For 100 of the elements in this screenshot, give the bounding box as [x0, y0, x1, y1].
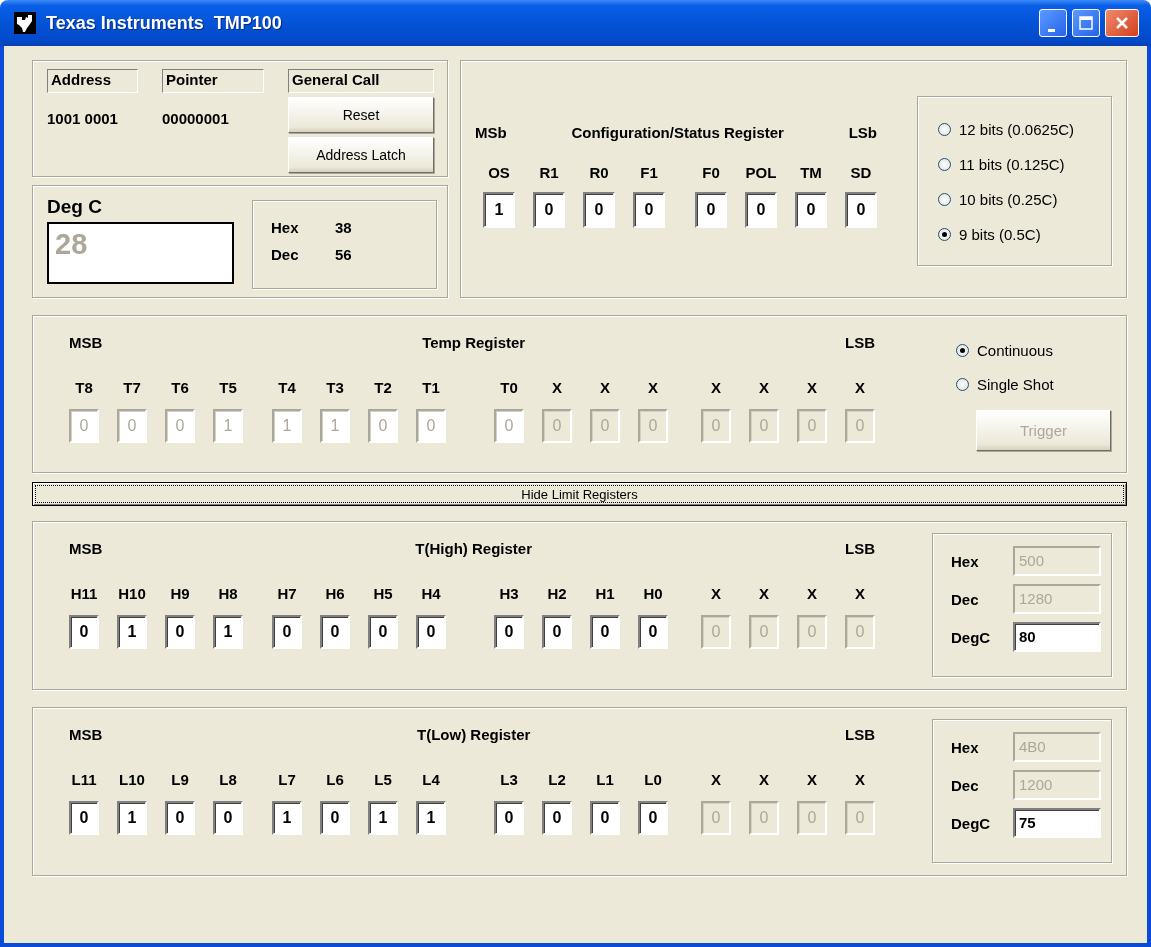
window-title: Texas Instruments TMP100 [46, 12, 282, 34]
bit-label: T5 [219, 379, 237, 397]
field-label: Hex [951, 552, 980, 570]
bit-field[interactable]: 0 [69, 615, 99, 649]
bit-label: X [759, 585, 769, 603]
bit-label: L6 [326, 771, 344, 789]
bit-label: X [552, 379, 562, 397]
bit-label: L8 [219, 771, 237, 789]
bit-field[interactable]: 0 [69, 801, 99, 835]
bit-field: 0 [701, 409, 731, 443]
minimize-button[interactable] [1039, 9, 1067, 37]
radio-button[interactable] [938, 227, 951, 241]
radio-button[interactable] [956, 377, 969, 391]
field-label: Dec [951, 776, 980, 794]
bit-field[interactable]: 0 [320, 615, 350, 649]
bit-field[interactable]: 0 [583, 192, 615, 228]
bit-field[interactable]: 1 [117, 615, 147, 649]
radio-button[interactable] [938, 122, 951, 136]
bit-label: X [807, 771, 817, 789]
logo-icon [14, 12, 36, 34]
register-title: T(Low) Register [417, 726, 531, 744]
bit-field[interactable]: 1 [213, 615, 243, 649]
bit-field: 0 [797, 801, 827, 835]
bit-field[interactable]: 1 [272, 801, 302, 835]
radio-button[interactable] [938, 157, 951, 171]
bit-field[interactable]: 0 [533, 192, 565, 228]
bit-label: TM [800, 164, 822, 182]
bit-label: T7 [123, 379, 141, 397]
bit-label: X [600, 379, 610, 397]
maximize-icon [1078, 15, 1094, 31]
bit-label: H10 [118, 585, 146, 603]
bit-label: X [711, 585, 721, 603]
bit-field[interactable]: 1 [416, 801, 446, 835]
bit-label: R0 [589, 164, 609, 182]
bit-label: X [807, 379, 817, 397]
bit-field[interactable]: 1 [483, 192, 515, 228]
register-title: Configuration/Status Register [571, 124, 784, 142]
bit-label: L9 [171, 771, 189, 789]
bit-field: 0 [845, 615, 875, 649]
lsb-label: LSB [845, 334, 875, 352]
bit-label: SD [850, 164, 872, 182]
bit-field: 0 [701, 615, 731, 649]
bit-field[interactable]: 0 [494, 801, 524, 835]
value-field[interactable]: 80 [1013, 622, 1101, 652]
address-heading: Address [47, 69, 138, 93]
general-call-button[interactable]: Address Latch [288, 137, 434, 173]
bit-field[interactable]: 0 [542, 615, 572, 649]
general-call-heading: General Call [288, 69, 434, 93]
minimize-icon [1047, 28, 1055, 32]
bit-label: H3 [499, 585, 519, 603]
bit-label: X [855, 771, 865, 789]
bit-field[interactable]: 0 [320, 801, 350, 835]
bit-field[interactable]: 0 [542, 801, 572, 835]
bit-field[interactable]: 0 [590, 615, 620, 649]
bit-label: X [759, 379, 769, 397]
value-field[interactable]: 75 [1013, 808, 1101, 838]
bit-field[interactable]: 0 [165, 801, 195, 835]
bit-field[interactable]: 0 [368, 615, 398, 649]
bit-label: T1 [422, 379, 440, 397]
radio-button[interactable] [956, 343, 969, 357]
field-label: Hex [951, 738, 980, 756]
radio-button[interactable] [938, 192, 951, 206]
bit-field[interactable]: 0 [745, 192, 777, 228]
bit-field[interactable]: 0 [272, 615, 302, 649]
general-call-button[interactable]: Reset [288, 97, 434, 133]
bit-label: X [711, 771, 721, 789]
bit-label: R1 [539, 164, 559, 182]
bit-label: H5 [373, 585, 393, 603]
bit-field[interactable]: 0 [165, 615, 195, 649]
bit-label: H4 [421, 585, 441, 603]
bit-label: X [855, 379, 865, 397]
bit-field[interactable]: 0 [845, 192, 877, 228]
field-label: Dec [951, 590, 980, 608]
bit-field[interactable]: 0 [494, 615, 524, 649]
maximize-button[interactable] [1072, 9, 1100, 37]
bit-field: 0 [701, 801, 731, 835]
bit-field[interactable]: 0 [638, 615, 668, 649]
bit-field[interactable]: 0 [590, 801, 620, 835]
bit-field[interactable]: 1 [368, 801, 398, 835]
msb-label: MSB [69, 334, 103, 352]
radio-label: 10 bits (0.25C) [959, 190, 1058, 208]
bit-field: 0 [542, 409, 572, 443]
bit-field: 0 [749, 801, 779, 835]
bit-label: H6 [325, 585, 345, 603]
msb-label: MSB [69, 726, 103, 744]
bit-field[interactable]: 1 [117, 801, 147, 835]
bit-field: 0 [749, 615, 779, 649]
bit-field: 0 [845, 409, 875, 443]
hide-limits-button[interactable]: Hide Limit Registers [32, 482, 1127, 506]
bit-label: OS [488, 164, 510, 182]
bit-field[interactable]: 0 [638, 801, 668, 835]
bit-field[interactable]: 0 [795, 192, 827, 228]
close-button[interactable] [1105, 9, 1139, 37]
bit-field[interactable]: 0 [633, 192, 665, 228]
bit-field: 0 [638, 409, 668, 443]
lsb-label: LSB [845, 726, 875, 744]
bit-label: T6 [171, 379, 189, 397]
bit-field[interactable]: 0 [416, 615, 446, 649]
bit-field[interactable]: 0 [695, 192, 727, 228]
bit-field[interactable]: 0 [213, 801, 243, 835]
